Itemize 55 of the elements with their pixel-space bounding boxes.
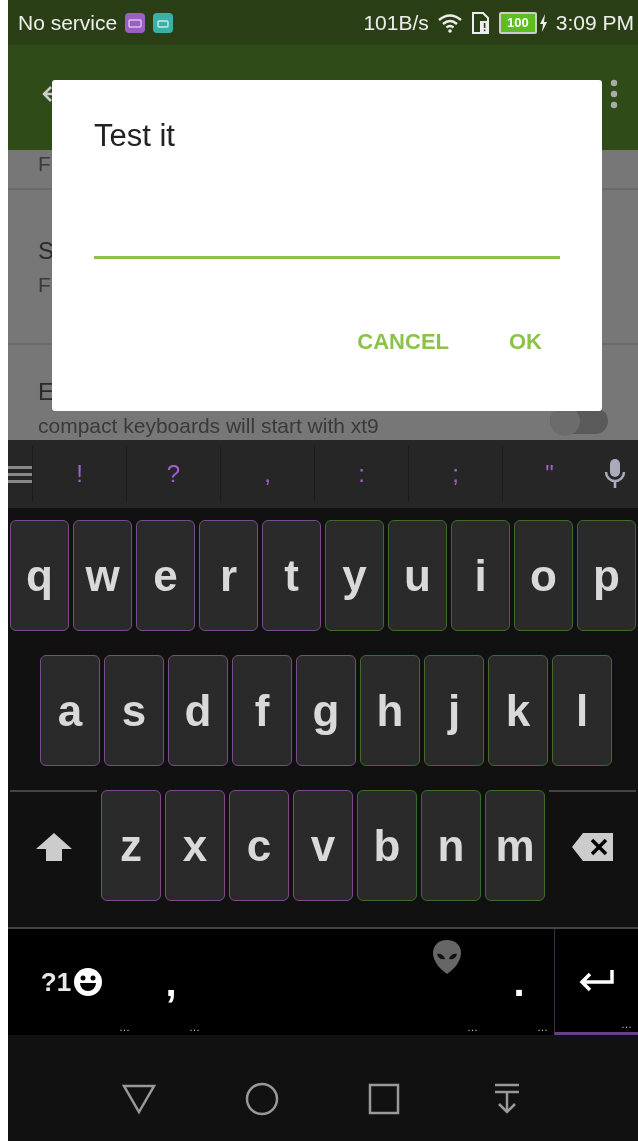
letter-key[interactable]: a bbox=[40, 655, 100, 766]
keyboard-notification-icon bbox=[125, 12, 146, 33]
letter-key[interactable]: r bbox=[199, 520, 258, 631]
return-arrow-icon bbox=[578, 968, 615, 993]
letter-key[interactable]: x bbox=[165, 790, 225, 901]
letter-key[interactable]: m bbox=[485, 790, 545, 901]
letter-key[interactable]: z bbox=[101, 790, 161, 901]
sim-card-icon bbox=[470, 11, 491, 34]
letter-key[interactable]: b bbox=[357, 790, 417, 901]
punctuation-suggestion[interactable]: : bbox=[314, 446, 408, 502]
letter-key[interactable]: v bbox=[293, 790, 353, 901]
enter-key[interactable]: … bbox=[554, 929, 638, 1035]
letter-key[interactable]: p bbox=[577, 520, 636, 631]
robot-notification-icon bbox=[153, 12, 174, 33]
setting-title: E bbox=[38, 378, 55, 406]
letter-key[interactable]: e bbox=[136, 520, 195, 631]
clock-text: 3:09 PM bbox=[555, 10, 634, 35]
letter-key[interactable]: i bbox=[451, 520, 510, 631]
setting-summary: F bbox=[38, 272, 52, 297]
menu-icon[interactable] bbox=[8, 464, 32, 484]
overflow-menu-icon[interactable] bbox=[610, 78, 618, 109]
letter-key[interactable]: g bbox=[296, 655, 356, 766]
letter-key[interactable]: d bbox=[168, 655, 228, 766]
letter-key[interactable]: y bbox=[325, 520, 384, 631]
letter-key[interactable]: c bbox=[229, 790, 289, 901]
wifi-icon bbox=[436, 12, 463, 33]
letter-key[interactable]: t bbox=[262, 520, 321, 631]
home-icon[interactable] bbox=[243, 1081, 280, 1117]
backspace-icon bbox=[570, 831, 615, 862]
letter-key[interactable]: l bbox=[552, 655, 612, 766]
letter-key[interactable]: k bbox=[488, 655, 548, 766]
battery-indicator: 100 bbox=[498, 11, 537, 34]
setting-summary: compact keyboards will start with xt9 bbox=[38, 414, 379, 438]
punctuation-suggestion[interactable]: " bbox=[502, 446, 596, 502]
letter-key[interactable]: q bbox=[10, 520, 69, 631]
letter-key[interactable]: o bbox=[514, 520, 573, 631]
dialog-title: Test it bbox=[94, 118, 176, 154]
letter-key[interactable]: s bbox=[104, 655, 164, 766]
carrier-text: No service bbox=[18, 10, 118, 35]
letter-key[interactable]: n bbox=[421, 790, 481, 901]
punctuation-suggestion[interactable]: ; bbox=[408, 446, 502, 502]
letter-key[interactable]: u bbox=[388, 520, 447, 631]
setting-summary: F bbox=[38, 152, 51, 176]
smiley-icon bbox=[73, 967, 104, 997]
letter-key[interactable]: w bbox=[73, 520, 132, 631]
letter-key[interactable]: h bbox=[360, 655, 420, 766]
setting-title: S bbox=[38, 236, 54, 265]
punctuation-suggestion[interactable]: ? bbox=[126, 446, 220, 502]
punctuation-suggestion[interactable]: , bbox=[220, 446, 314, 502]
alien-icon bbox=[432, 939, 462, 975]
network-speed-text: 101B/s bbox=[363, 10, 429, 35]
letter-key[interactable]: j bbox=[424, 655, 484, 766]
microphone-icon[interactable] bbox=[604, 458, 626, 490]
letter-key[interactable]: f bbox=[232, 655, 292, 766]
punctuation-suggestion[interactable]: ! bbox=[32, 446, 126, 502]
